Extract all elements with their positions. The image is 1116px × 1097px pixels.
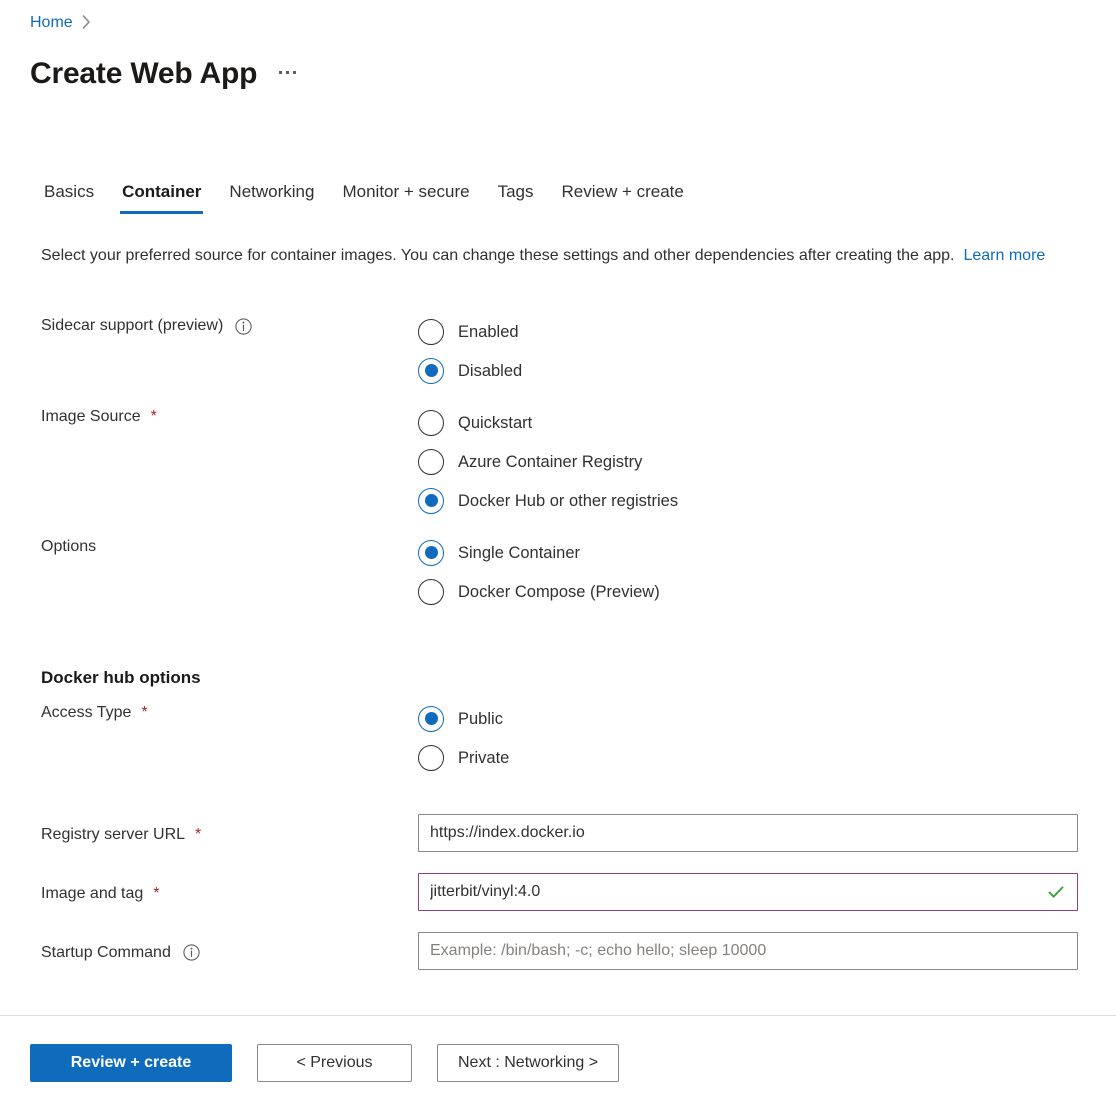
radio-sidecar-disabled[interactable]: Disabled — [418, 351, 1116, 390]
radio-label: Quickstart — [458, 413, 533, 432]
field-options: Options Single Container Docker Compose … — [0, 533, 1116, 611]
page-title-row: Create Web App — [30, 56, 300, 92]
registry-server-url-label: Registry server URL * — [41, 821, 418, 846]
footer-divider — [0, 1015, 1116, 1016]
radio-mark — [418, 539, 444, 566]
registry-server-url-input[interactable] — [418, 814, 1078, 852]
radio-image-source-docker-hub[interactable]: Docker Hub or other registries — [418, 481, 1116, 520]
startup-command-input-wrap — [418, 932, 1078, 970]
radio-mark — [418, 487, 444, 514]
radio-options-single-container[interactable]: Single Container — [418, 533, 1116, 572]
radio-label: Disabled — [458, 361, 523, 380]
more-options-icon[interactable] — [275, 65, 300, 84]
tab-tags[interactable]: Tags — [484, 180, 548, 216]
access-type-radio-group: Public Private — [418, 699, 1116, 777]
image-and-tag-input[interactable] — [418, 873, 1078, 911]
field-sidecar-support: Sidecar support (preview) Enabled Disabl… — [0, 312, 1116, 390]
startup-command-label: Startup Command — [41, 939, 418, 964]
ellipsis-dot — [293, 70, 297, 74]
tab-monitor-secure[interactable]: Monitor + secure — [328, 180, 483, 216]
radio-label: Docker Hub or other registries — [458, 491, 679, 510]
radio-label: Single Container — [458, 543, 580, 562]
breadcrumb-home-link[interactable]: Home — [30, 14, 73, 32]
ellipsis-dot — [286, 70, 290, 74]
image-source-label: Image Source * — [41, 403, 418, 428]
options-radio-group: Single Container Docker Compose (Preview… — [418, 533, 1116, 611]
field-image-and-tag: Image and tag * — [0, 873, 1116, 911]
tab-container[interactable]: Container — [108, 180, 215, 216]
sidecar-support-label-text: Sidecar support (preview) — [41, 317, 224, 334]
radio-label: Public — [458, 709, 503, 728]
startup-command-input[interactable] — [418, 932, 1078, 970]
radio-sidecar-enabled[interactable]: Enabled — [418, 312, 1116, 351]
image-and-tag-input-wrap — [418, 873, 1078, 911]
radio-mark — [418, 578, 444, 605]
required-indicator: * — [195, 825, 202, 843]
required-indicator: * — [153, 884, 160, 902]
image-and-tag-control — [418, 873, 1116, 911]
sidecar-support-radio-group: Enabled Disabled — [418, 312, 1116, 390]
page-title: Create Web App — [30, 57, 258, 90]
breadcrumb: Home — [30, 14, 91, 32]
access-type-label: Access Type * — [41, 699, 418, 724]
required-indicator: * — [141, 704, 148, 721]
radio-label: Private — [458, 748, 510, 767]
registry-server-url-input-wrap — [418, 814, 1078, 852]
startup-command-label-text: Startup Command — [41, 943, 171, 961]
tab-description-text: Select your preferred source for contain… — [41, 247, 955, 264]
tab-review-create[interactable]: Review + create — [547, 180, 697, 216]
tab-description: Select your preferred source for contain… — [41, 242, 1076, 269]
tab-networking[interactable]: Networking — [215, 180, 328, 216]
radio-mark — [418, 357, 444, 384]
info-icon[interactable] — [235, 317, 252, 335]
chevron-right-icon — [82, 14, 91, 32]
footer-actions: Review + create < Previous Next : Networ… — [30, 1044, 620, 1082]
radio-mark — [418, 744, 444, 771]
tab-basics[interactable]: Basics — [30, 180, 108, 216]
radio-access-type-public[interactable]: Public — [418, 699, 1116, 738]
ellipsis-dot — [279, 70, 283, 74]
radio-label: Enabled — [458, 322, 519, 341]
options-label: Options — [41, 533, 418, 558]
image-and-tag-label: Image and tag * — [41, 880, 418, 905]
image-source-radio-group: Quickstart Azure Container Registry Dock… — [418, 403, 1116, 520]
docker-hub-options-heading: Docker hub options — [41, 668, 201, 687]
tab-bar: Basics Container Networking Monitor + se… — [30, 180, 698, 216]
info-icon[interactable] — [183, 944, 200, 961]
sidecar-support-label: Sidecar support (preview) — [41, 312, 418, 337]
radio-label: Azure Container Registry — [458, 452, 643, 471]
field-image-source: Image Source * Quickstart Azure Containe… — [0, 403, 1116, 520]
radio-mark — [418, 409, 444, 436]
review-create-button[interactable]: Review + create — [30, 1044, 232, 1082]
radio-mark — [418, 448, 444, 475]
access-type-label-text: Access Type — [41, 704, 132, 721]
field-registry-server-url: Registry server URL * — [0, 814, 1116, 852]
image-and-tag-label-text: Image and tag — [41, 884, 144, 902]
radio-mark — [418, 318, 444, 345]
next-networking-button[interactable]: Next : Networking > — [437, 1044, 620, 1082]
required-indicator: * — [150, 408, 157, 425]
image-source-label-text: Image Source — [41, 408, 141, 425]
container-form: Sidecar support (preview) Enabled Disabl… — [0, 312, 1116, 970]
radio-options-docker-compose[interactable]: Docker Compose (Preview) — [418, 572, 1116, 611]
options-label-text: Options — [41, 538, 97, 555]
registry-server-url-label-text: Registry server URL — [41, 825, 186, 843]
radio-label: Docker Compose (Preview) — [458, 582, 660, 601]
startup-command-control — [418, 932, 1116, 970]
registry-server-url-control — [418, 814, 1116, 852]
previous-button[interactable]: < Previous — [257, 1044, 412, 1082]
radio-image-source-quickstart[interactable]: Quickstart — [418, 403, 1116, 442]
field-access-type: Access Type * Public Private — [0, 699, 1116, 777]
field-startup-command: Startup Command — [0, 932, 1116, 970]
radio-access-type-private[interactable]: Private — [418, 738, 1116, 777]
radio-mark — [418, 705, 444, 732]
radio-image-source-acr[interactable]: Azure Container Registry — [418, 442, 1116, 481]
learn-more-link[interactable]: Learn more — [963, 247, 1045, 264]
